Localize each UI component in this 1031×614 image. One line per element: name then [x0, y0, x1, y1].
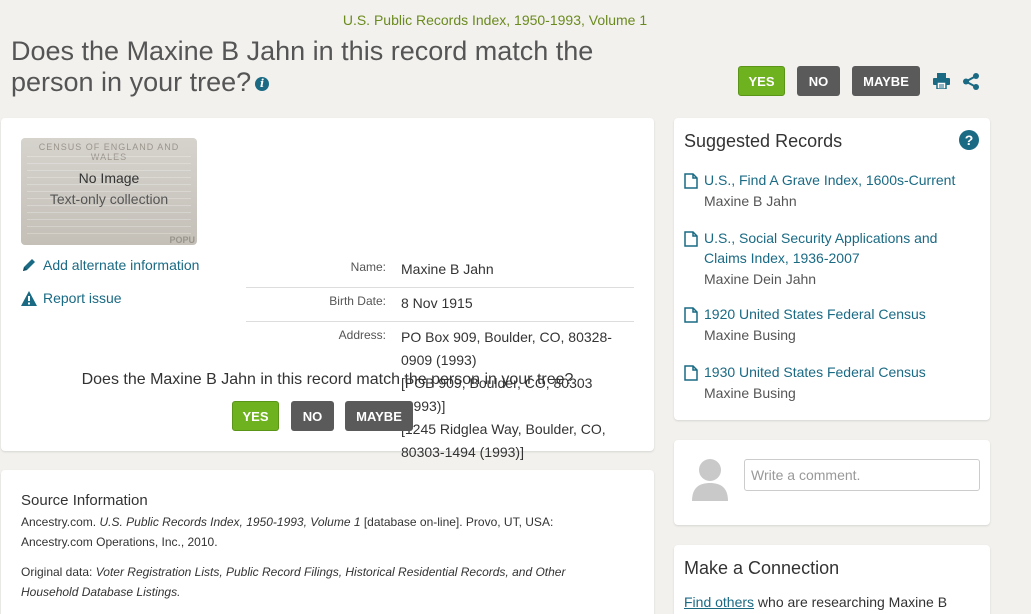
- source-citation: Ancestry.com. U.S. Public Records Index,…: [21, 512, 621, 552]
- report-issue-label: Report issue: [43, 290, 122, 306]
- help-icon[interactable]: ?: [959, 130, 979, 150]
- fact-row-name: Name: Maxine B Jahn: [246, 258, 634, 288]
- add-alternate-info-label: Add alternate information: [43, 257, 200, 273]
- suggested-record-item: U.S., Social Security Applications and C…: [684, 228, 974, 289]
- suggested-record-title: 1920 United States Federal Census: [704, 306, 926, 322]
- comment-card: [674, 440, 990, 525]
- warning-icon: [21, 290, 37, 306]
- yes-button[interactable]: YES: [232, 401, 279, 431]
- fact-value: Maxine B Jahn: [401, 258, 494, 281]
- yes-button[interactable]: YES: [738, 66, 785, 96]
- document-icon: [684, 365, 698, 381]
- fact-value: PO Box 909, Boulder, CO, 80328- 0909 (19…: [401, 326, 612, 464]
- thumbnail-footer: POPU: [169, 235, 195, 245]
- source-card: Source Information Ancestry.com. U.S. Pu…: [1, 470, 654, 614]
- fact-value: 8 Nov 1915: [401, 292, 473, 315]
- no-image-label: No Image: [78, 170, 140, 186]
- record-thumbnail[interactable]: CENSUS OF ENGLAND AND WALES No Image Tex…: [21, 138, 197, 245]
- make-connection-card: Make a Connection Find others who are re…: [674, 545, 990, 614]
- maybe-button[interactable]: MAYBE: [852, 66, 920, 96]
- fact-value-line: 8 Nov 1915: [401, 295, 473, 311]
- add-alternate-info-link[interactable]: Add alternate information: [21, 257, 199, 273]
- report-issue-link[interactable]: Report issue: [21, 290, 122, 306]
- citation-text: Ancestry.com.: [21, 515, 100, 529]
- suggested-record-item: 1920 United States Federal Census Maxine…: [684, 304, 974, 345]
- record-card: CENSUS OF ENGLAND AND WALES No Image Tex…: [1, 118, 654, 460]
- suggested-record-name: Maxine Dein Jahn: [704, 271, 817, 287]
- info-icon[interactable]: i: [255, 76, 270, 91]
- suggested-records-card: Suggested Records ? U.S., Find A Grave I…: [674, 118, 990, 420]
- no-button[interactable]: NO: [291, 401, 334, 431]
- source-title: Source Information: [21, 492, 148, 509]
- avatar: [692, 459, 728, 501]
- fact-row-address: Address: PO Box 909, Boulder, CO, 80328-…: [246, 322, 634, 470]
- suggested-record-item: 1930 United States Federal Census Maxine…: [684, 362, 974, 403]
- suggested-record-title: U.S., Social Security Applications and C…: [704, 230, 938, 266]
- fact-value-line: (1993)]: [401, 398, 446, 414]
- no-button[interactable]: NO: [797, 66, 840, 96]
- citation-publisher: Ancestry.com Operations, Inc., 2010.: [21, 535, 218, 549]
- suggested-record-name: Maxine Busing: [704, 327, 796, 343]
- citation-collection: U.S. Public Records Index, 1950-1993, Vo…: [99, 515, 361, 529]
- top-action-bar: YES NO MAYBE: [738, 66, 980, 96]
- page-title-text: Does the Maxine B Jahn in this record ma…: [11, 36, 594, 97]
- document-icon: [684, 307, 698, 323]
- citation-text: [database on-line]. Provo, UT, USA:: [360, 515, 554, 529]
- suggested-record-name: Maxine B Jahn: [704, 193, 797, 209]
- fact-value-line: [1245 Ridglea Way, Boulder, CO,: [401, 421, 606, 437]
- suggested-record-title: 1930 United States Federal Census: [704, 364, 926, 380]
- suggested-record-link[interactable]: U.S., Find A Grave Index, 1600s-Current: [684, 170, 974, 190]
- fact-label: Address:: [338, 328, 386, 342]
- fact-row-birth-date: Birth Date: 8 Nov 1915: [246, 288, 634, 322]
- fact-value-line: PO Box 909, Boulder, CO, 80328-: [401, 329, 612, 345]
- document-icon: [684, 173, 698, 189]
- record-facts: Name: Maxine B Jahn Birth Date: 8 Nov 19…: [246, 258, 634, 470]
- suggested-record-link[interactable]: U.S., Social Security Applications and C…: [684, 228, 974, 268]
- original-data-text: Household Database Listings.: [21, 585, 181, 599]
- pencil-icon: [23, 259, 35, 271]
- fact-value-line: 80303-1494 (1993)]: [401, 444, 524, 460]
- original-data-text: Voter Registration Lists, Public Record …: [95, 565, 566, 579]
- maybe-button[interactable]: MAYBE: [345, 401, 413, 431]
- fact-value-line: Maxine B Jahn: [401, 261, 494, 277]
- share-icon[interactable]: [962, 72, 980, 90]
- print-icon[interactable]: [932, 72, 950, 90]
- original-data-label: Original data:: [21, 565, 96, 579]
- suggested-record-link[interactable]: 1930 United States Federal Census: [684, 362, 974, 382]
- fact-label: Name:: [350, 260, 386, 274]
- document-icon: [684, 231, 698, 247]
- text-only-label: Text-only collection: [49, 191, 169, 207]
- suggested-record-link[interactable]: 1920 United States Federal Census: [684, 304, 974, 324]
- page-title: Does the Maxine B Jahn in this record ma…: [11, 36, 611, 98]
- connection-description: who are researching Maxine B: [754, 594, 948, 610]
- suggested-records-title: Suggested Records: [684, 131, 843, 151]
- suggested-record-title: U.S., Find A Grave Index, 1600s-Current: [704, 172, 956, 188]
- make-connection-title: Make a Connection: [684, 558, 840, 578]
- match-question: Does the Maxine B Jahn in this record ma…: [81, 371, 574, 388]
- suggested-record-name: Maxine Busing: [704, 385, 796, 401]
- comment-input[interactable]: [744, 459, 980, 491]
- fact-label: Birth Date:: [329, 294, 386, 308]
- fact-value-line: 0909 (1993): [401, 352, 477, 368]
- find-others-link[interactable]: Find others: [684, 594, 754, 610]
- source-original-data: Original data: Voter Registration Lists,…: [21, 562, 621, 602]
- collection-title[interactable]: U.S. Public Records Index, 1950-1993, Vo…: [0, 12, 990, 28]
- card-action-bar: YES NO MAYBE: [232, 401, 413, 431]
- make-connection-text: Find others who are researching Maxine B: [684, 594, 947, 610]
- suggested-record-item: U.S., Find A Grave Index, 1600s-Current …: [684, 170, 974, 211]
